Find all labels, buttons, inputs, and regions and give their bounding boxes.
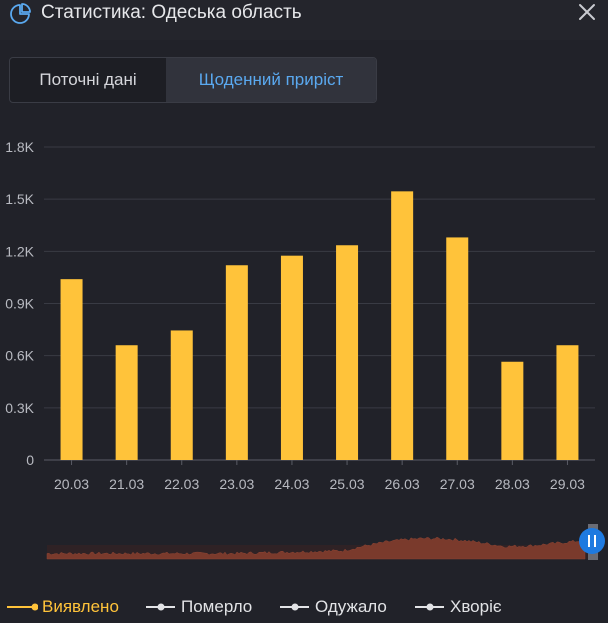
- bar-29.03[interactable]: [556, 345, 579, 460]
- x-tick-label: 23.03: [219, 476, 254, 492]
- legend-item-died[interactable]: Померло: [145, 594, 252, 620]
- bar-24.03[interactable]: [280, 255, 303, 460]
- y-tick-label: 0.9K: [5, 296, 34, 312]
- legend-label: Одужало: [315, 597, 387, 616]
- legend-item-detected[interactable]: Виявлено: [6, 594, 119, 620]
- tab-daily-growth[interactable]: Щоденний приріст: [166, 58, 376, 102]
- x-tick-label: 22.03: [164, 476, 199, 492]
- bar-21.03[interactable]: [115, 345, 138, 460]
- legend-line-icon: [146, 603, 175, 611]
- legend-label: Хворіє: [450, 597, 502, 616]
- bar-28.03[interactable]: [501, 361, 524, 460]
- close-icon[interactable]: [578, 3, 596, 21]
- window-header: Статистика: Одеська область: [0, 0, 608, 40]
- x-tick-label: 25.03: [330, 476, 365, 492]
- x-tick-label: 21.03: [109, 476, 144, 492]
- legend-line-icon: [280, 603, 309, 611]
- chart-legend: Виявлено Померло Одужало Хворіє: [0, 594, 608, 620]
- range-brush[interactable]: [0, 515, 608, 565]
- y-tick-label: 0: [26, 452, 34, 468]
- legend-line-icon: [415, 603, 444, 611]
- brush-handle[interactable]: [579, 528, 605, 554]
- y-tick-label: 1.8K: [5, 139, 34, 155]
- bar-27.03[interactable]: [446, 237, 469, 460]
- pie-chart-icon: [10, 3, 31, 24]
- legend-label: Померло: [181, 597, 253, 616]
- legend-line-icon: [7, 603, 38, 611]
- x-tick-label: 26.03: [385, 476, 420, 492]
- page-title: Статистика: Одеська область: [41, 2, 302, 23]
- x-tick-label: 27.03: [440, 476, 475, 492]
- view-tabs: Поточні дані Щоденний приріст: [9, 57, 377, 103]
- tab-current-data[interactable]: Поточні дані: [10, 58, 166, 102]
- bar-20.03[interactable]: [60, 279, 83, 460]
- bar-23.03[interactable]: [225, 265, 248, 460]
- legend-item-recovered[interactable]: Одужало: [279, 594, 387, 620]
- y-tick-label: 1.2K: [5, 243, 34, 259]
- bar-22.03[interactable]: [170, 330, 193, 460]
- x-tick-label: 29.03: [550, 476, 585, 492]
- bar-chart: 0 0.3K 0.6K 0.9K 1.2K 1.5K 1.8K 20.03 21.03 22.03…: [5, 139, 595, 492]
- legend-label: Виявлено: [42, 597, 119, 616]
- x-tick-label: 20.03: [54, 476, 89, 492]
- bar-26.03[interactable]: [391, 191, 414, 460]
- legend-item-sick[interactable]: Хворіє: [414, 594, 502, 620]
- x-tick-label: 28.03: [495, 476, 530, 492]
- y-tick-label: 0.6K: [5, 348, 34, 364]
- y-tick-label: 0.3K: [5, 400, 34, 416]
- y-tick-label: 1.5K: [5, 191, 34, 207]
- bar-25.03[interactable]: [336, 245, 359, 460]
- x-tick-label: 24.03: [274, 476, 309, 492]
